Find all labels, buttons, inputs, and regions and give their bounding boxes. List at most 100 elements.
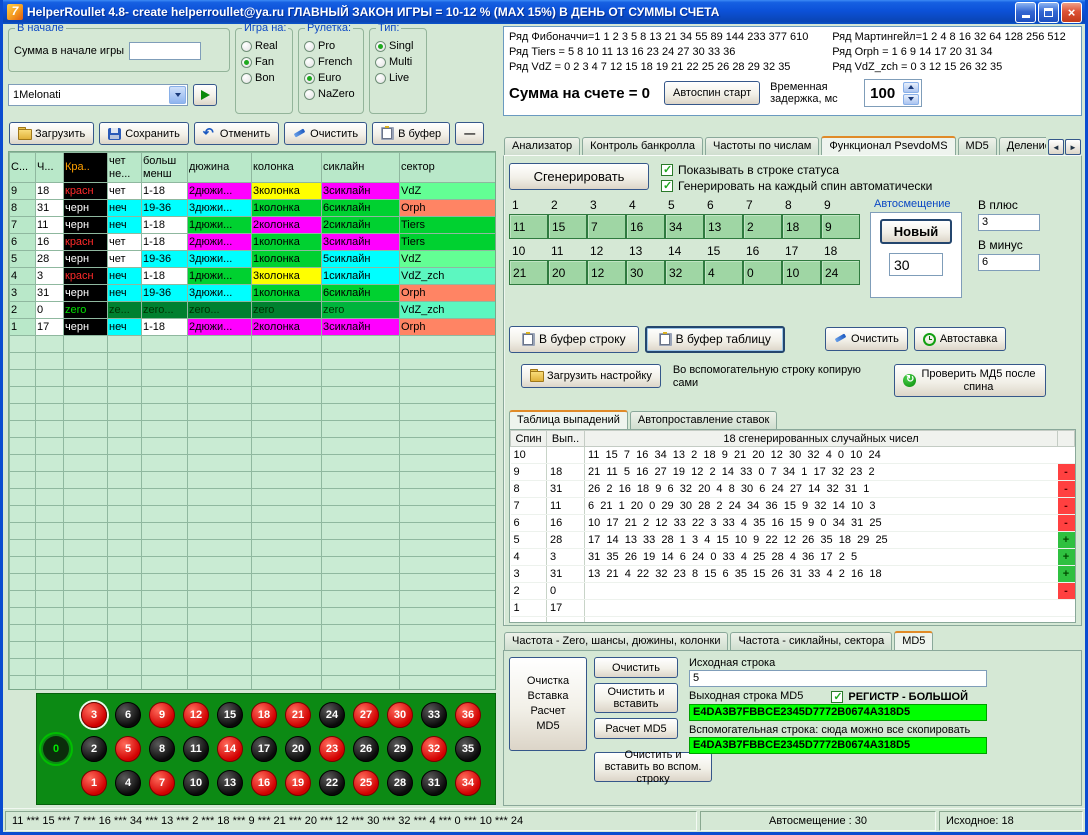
md5-output-field[interactable]: E4DA3B7FBBCE2345D7772B0674A318D5 — [689, 704, 987, 721]
autogenerate-checkbox[interactable]: Генерировать на каждый спин автоматическ… — [661, 179, 932, 193]
radio-game-bon[interactable]: Bon — [241, 72, 288, 84]
collapse-button[interactable]: — — [455, 122, 484, 145]
preset-select[interactable]: 1Melonati — [8, 84, 188, 106]
uppercase-checkbox[interactable]: РЕГИСТР - БОЛЬШОЙ — [831, 691, 968, 703]
start-sum-input[interactable] — [129, 42, 201, 60]
aux-string-field[interactable]: E4DA3B7FBBCE2345D7772B0674A318D5 — [689, 737, 987, 754]
spinner-up-button[interactable] — [903, 82, 919, 93]
autospin-start-button[interactable]: Автоспин старт — [664, 81, 760, 105]
board-zero[interactable]: 0 — [43, 736, 69, 762]
autoshift-value-field[interactable]: 30 — [889, 253, 943, 276]
md5-clear-button[interactable]: Очистить — [594, 657, 678, 678]
clear-button[interactable]: Очистить — [284, 122, 367, 145]
autobet-button[interactable]: Автоставка — [914, 327, 1007, 351]
load-button[interactable]: Загрузить — [9, 122, 94, 145]
board-number-7[interactable]: 7 — [149, 770, 175, 796]
board-number-6[interactable]: 6 — [115, 702, 141, 728]
board-number-8[interactable]: 8 — [149, 736, 175, 762]
board-number-19[interactable]: 19 — [285, 770, 311, 796]
board-number-18[interactable]: 18 — [251, 702, 277, 728]
board-number-25[interactable]: 25 — [353, 770, 379, 796]
md5-calc-button[interactable]: Расчет MD5 — [594, 718, 678, 739]
board-number-2[interactable]: 2 — [81, 736, 107, 762]
spin-index-cell: 2 — [10, 302, 36, 319]
md5-clear-paste-calc-button[interactable]: Очистка Вставка Расчет MD5 — [509, 657, 587, 751]
board-number-29[interactable]: 29 — [387, 736, 413, 762]
board-number-15[interactable]: 15 — [217, 702, 243, 728]
save-button[interactable]: Сохранить — [99, 122, 189, 145]
board-number-35[interactable]: 35 — [455, 736, 481, 762]
board-number-1[interactable]: 1 — [81, 770, 107, 796]
radio-type-multi[interactable]: Multi — [375, 56, 422, 68]
tab-md5[interactable]: MD5 — [894, 631, 933, 650]
app-icon[interactable]: 7 — [7, 4, 23, 20]
board-number-5[interactable]: 5 — [115, 736, 141, 762]
board-number-20[interactable]: 20 — [285, 736, 311, 762]
show-in-status-checkbox[interactable]: Показывать в строке статуса — [661, 163, 932, 177]
board-number-23[interactable]: 23 — [319, 736, 345, 762]
board-number-22[interactable]: 22 — [319, 770, 345, 796]
check-md5-after-spin-button[interactable]: Проверить МД5 после спина — [894, 364, 1046, 397]
board-number-17[interactable]: 17 — [251, 736, 277, 762]
copy-row-to-clipboard-button[interactable]: В буфер строку — [509, 326, 639, 353]
tab-auto-bets[interactable]: Автопроставление ставок — [630, 411, 777, 429]
radio-type-live[interactable]: Live — [375, 72, 422, 84]
board-number-21[interactable]: 21 — [285, 702, 311, 728]
radio-roulette-french[interactable]: French — [304, 56, 359, 68]
board-number-4[interactable]: 4 — [115, 770, 141, 796]
radio-game-fan[interactable]: Fan — [241, 56, 288, 68]
new-button[interactable]: Новый — [880, 219, 952, 244]
board-number-30[interactable]: 30 — [387, 702, 413, 728]
tab-bankroll-control[interactable]: Контроль банкролла — [582, 137, 703, 155]
radio-roulette-nazero[interactable]: NaZero — [304, 88, 359, 100]
clear-generator-button[interactable]: Очистить — [825, 327, 908, 351]
board-number-32[interactable]: 32 — [421, 736, 447, 762]
maximize-button[interactable] — [1038, 2, 1059, 23]
play-button[interactable] — [193, 84, 217, 106]
spinner-down-button[interactable] — [903, 94, 919, 105]
tab-drop-table[interactable]: Таблица выпадений — [509, 410, 628, 429]
radio-roulette-euro[interactable]: Euro — [304, 72, 359, 84]
tabs-scroll-right-button[interactable]: ► — [1065, 139, 1081, 155]
board-number-11[interactable]: 11 — [183, 736, 209, 762]
tab-division[interactable]: Деление ко... — [999, 137, 1046, 155]
board-number-12[interactable]: 12 — [183, 702, 209, 728]
tab-freq-chances[interactable]: Частота - Zero, шансы, дюжины, колонки — [504, 632, 728, 650]
tabs-scroll-left-button[interactable]: ◄ — [1048, 139, 1064, 155]
radio-roulette-pro[interactable]: Pro — [304, 40, 359, 52]
board-number-24[interactable]: 24 — [319, 702, 345, 728]
tab-md5[interactable]: MD5 — [958, 137, 997, 155]
tab-psevdoms[interactable]: Функционал PsevdoMS — [821, 136, 955, 155]
load-settings-button[interactable]: Загрузить настройку — [521, 364, 661, 388]
undo-button[interactable]: Отменить — [194, 122, 279, 145]
board-number-16[interactable]: 16 — [251, 770, 277, 796]
generate-button[interactable]: Сгенерировать — [509, 163, 649, 190]
plus-field[interactable]: 3 — [978, 214, 1040, 231]
minimize-button[interactable] — [1015, 2, 1036, 23]
board-number-3[interactable]: 3 — [81, 702, 107, 728]
close-button[interactable]: × — [1061, 2, 1082, 23]
radio-type-singl[interactable]: Singl — [375, 40, 422, 52]
minus-field[interactable]: 6 — [978, 254, 1040, 271]
tab-freq-sixlines[interactable]: Частота - сиклайны, сектора — [730, 632, 892, 650]
delay-value[interactable]: 100 — [867, 85, 901, 102]
board-number-31[interactable]: 31 — [421, 770, 447, 796]
board-number-26[interactable]: 26 — [353, 736, 379, 762]
tab-number-frequencies[interactable]: Частоты по числам — [705, 137, 819, 155]
md5-clear-and-paste-button[interactable]: Очистить и вставить — [594, 683, 678, 713]
board-number-9[interactable]: 9 — [149, 702, 175, 728]
copy-table-to-clipboard-button[interactable]: В буфер таблицу — [645, 326, 785, 353]
board-number-36[interactable]: 36 — [455, 702, 481, 728]
board-number-14[interactable]: 14 — [217, 736, 243, 762]
board-number-10[interactable]: 10 — [183, 770, 209, 796]
chevron-down-icon[interactable] — [169, 86, 186, 104]
board-number-34[interactable]: 34 — [455, 770, 481, 796]
radio-game-real[interactable]: Real — [241, 40, 288, 52]
board-number-27[interactable]: 27 — [353, 702, 379, 728]
board-number-13[interactable]: 13 — [217, 770, 243, 796]
board-number-33[interactable]: 33 — [421, 702, 447, 728]
tab-analyzer[interactable]: Анализатор — [504, 137, 580, 155]
buffer-button[interactable]: В буфер — [372, 122, 450, 145]
source-string-input[interactable]: 5 — [689, 670, 987, 687]
board-number-28[interactable]: 28 — [387, 770, 413, 796]
